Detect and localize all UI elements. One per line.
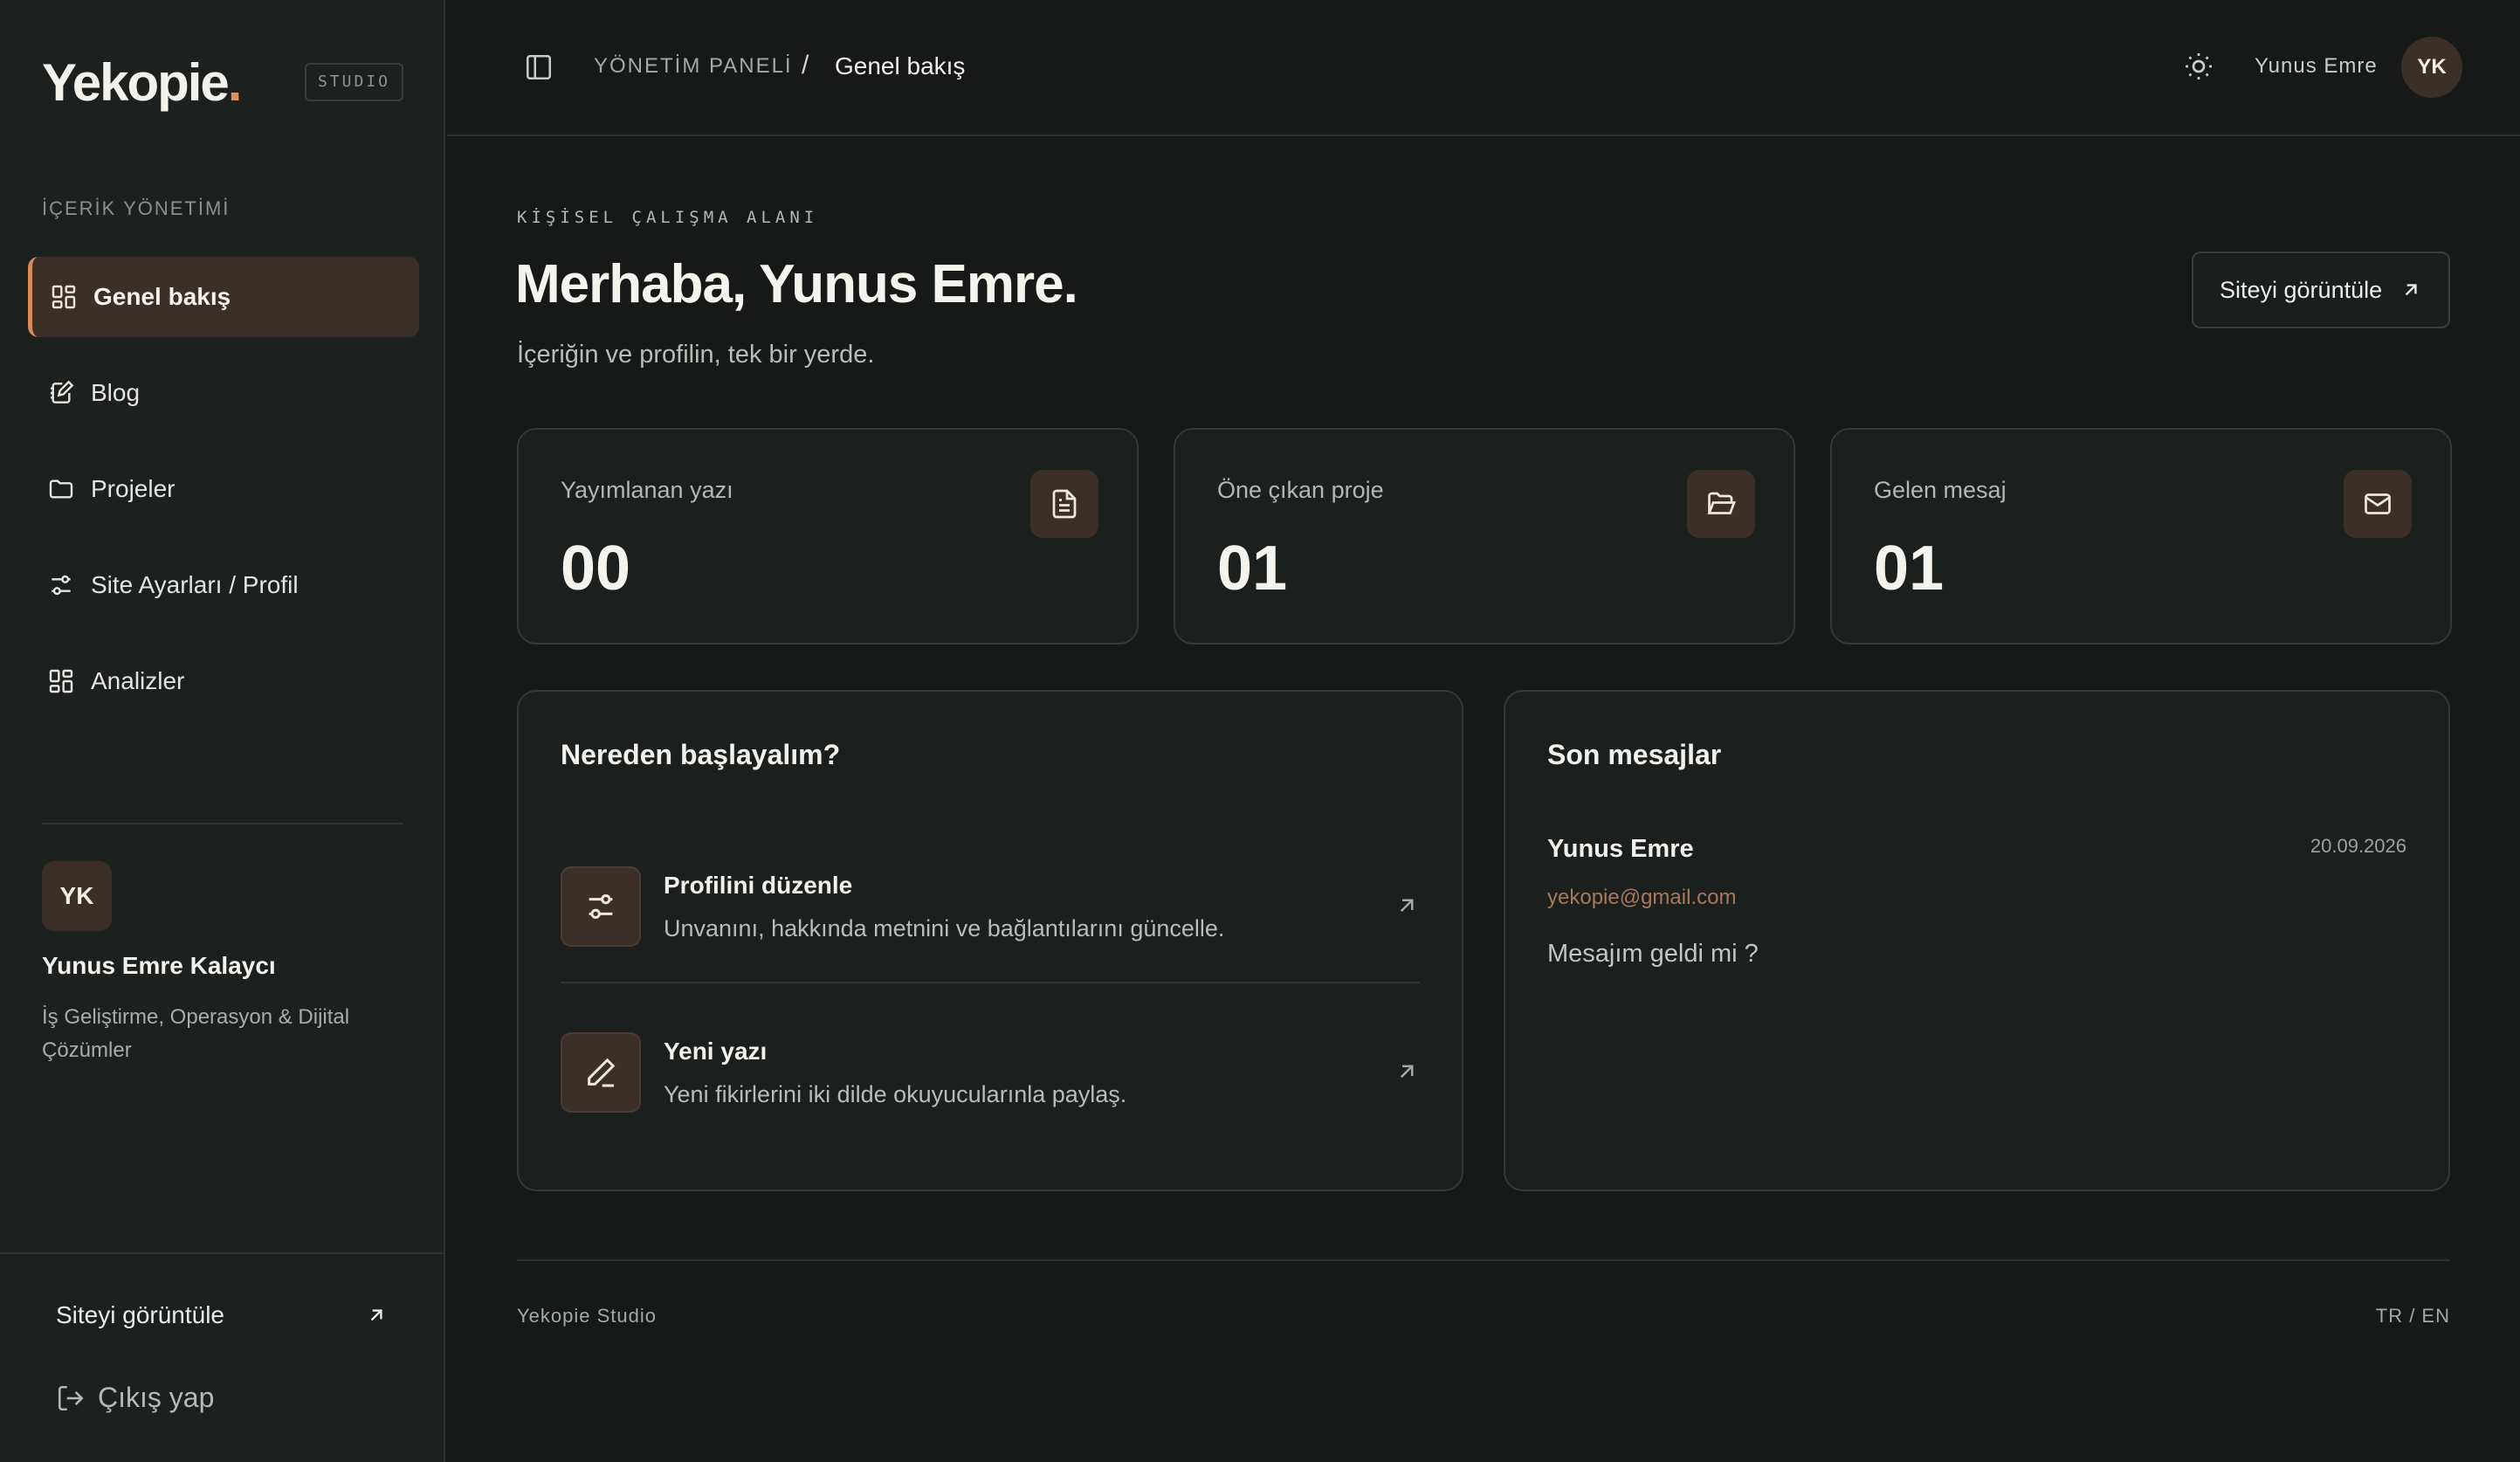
profile-name: Yunus Emre Kalaycı [42,952,276,979]
arrow-up-right-icon [1400,899,1414,913]
panel-title: Nereden başlayalım? [561,739,841,770]
document-icon [1052,489,1077,519]
action-icon-box [561,1032,641,1113]
page-eyebrow: KİŞİSEL ÇALIŞMA ALANI [517,208,819,227]
breadcrumb-current: Genel bakış [835,52,966,79]
pen-icon [588,1058,616,1087]
folder-open-icon [1707,492,1736,514]
page-title: Merhaba, Yunus Emre. [515,254,1078,314]
stat-label: Öne çıkan proje [1217,477,1384,503]
sidebar-item-label: Analizler [91,667,185,694]
arrow-up-right-icon [2405,284,2417,296]
message-date: 20.09.2026 [2310,835,2406,857]
sidebar-item-label: Projeler [91,475,176,502]
breadcrumb-root[interactable]: YÖNETİM PANELİ [594,54,793,79]
grid-icon [52,285,76,309]
sidebar-item-analytics[interactable]: Analizler [28,641,419,721]
view-site-label: Siteyi görüntüle [56,1301,225,1328]
sun-icon[interactable] [2183,51,2214,82]
studio-badge: STUDIO [304,63,403,101]
recent-messages-panel: Son mesajlar Yunus Emre 20.09.2026 yekop… [1504,690,2450,1191]
stat-icon-box [2344,470,2412,538]
sidebar-bottom-divider [0,1252,445,1254]
footer-brand: Yekopie Studio [517,1305,657,1327]
sidebar-toggle-icon[interactable] [524,52,554,82]
view-site-button[interactable]: Siteyi görüntüle [2192,252,2450,328]
folder-icon [49,479,73,499]
sidebar-item-projects[interactable]: Projeler [28,449,419,529]
sidebar-view-site-link[interactable]: Siteyi görüntüle [56,1301,388,1329]
stat-card-featured-projects: Öne çıkan proje 01 [1174,428,1795,645]
sidebar-item-site-settings[interactable]: Site Ayarları / Profil [28,545,419,625]
message-sender: Yunus Emre [1547,835,1694,863]
arrow-up-right-icon [370,1309,382,1321]
sidebar-item-label: Genel bakış [93,283,231,310]
topbar: YÖNETİM PANELİ / Genel bakış Yunus Emre … [447,0,2520,136]
page-subtitle: İçeriğin ve profilin, tek bir yerde. [517,341,875,369]
panel-title: Son mesajlar [1547,739,1722,770]
sidebar-nav: Genel bakış Blog Projeler Site Ayarları … [28,257,419,737]
action-new-post[interactable]: Yeni yazı Yeni fikirlerini iki dilde oku… [561,1032,1420,1146]
sidebar: Yekopie. STUDIO İÇERİK YÖNETİMİ Genel ba… [0,0,445,1462]
notebook-icon [51,380,74,403]
action-divider [561,982,1420,983]
action-icon-box [561,866,641,947]
top-user-name[interactable]: Yunus Emre [2255,54,2378,79]
stat-icon-box [1687,470,1755,538]
stat-label: Gelen mesaj [1874,477,2007,503]
stat-value: 00 [561,534,631,603]
sidebar-divider [42,823,403,824]
brand-row: Yekopie. STUDIO [42,54,403,112]
message-email[interactable]: yekopie@gmail.com [1547,886,1736,910]
sidebar-item-overview[interactable]: Genel bakış [28,257,419,337]
action-title: Profilini düzenle [664,872,853,899]
sidebar-item-label: Blog [91,379,141,406]
action-title: Yeni yazı [664,1038,768,1065]
grid-icon [49,669,73,693]
message-body: Mesajım geldi mi ? [1547,940,1759,968]
stat-value: 01 [1217,534,1288,603]
sliders-icon [52,575,71,596]
stat-value: 01 [1874,534,1945,603]
arrow-up-right-icon [1400,1065,1414,1079]
avatar: YK [42,861,112,931]
avatar[interactable]: YK [2401,37,2462,98]
sliders-icon [589,894,613,919]
logout-icon [58,1385,84,1410]
action-description: Unvanını, hakkında metnini ve bağlantıla… [664,915,1225,941]
stat-card-incoming-messages: Gelen mesaj 01 [1830,428,2452,645]
language-switch[interactable]: TR / EN [2376,1305,2450,1328]
sidebar-item-blog[interactable]: Blog [28,353,419,433]
stat-card-published-posts: Yayımlanan yazı 00 [517,428,1139,645]
breadcrumb-separator: / [802,51,809,79]
stat-label: Yayımlanan yazı [561,477,733,503]
getting-started-panel: Nereden başlayalım? Profilini düzenle Un… [517,690,1463,1191]
logout-label: Çıkış yap [98,1382,215,1413]
footer-divider [517,1259,2450,1261]
nav-section-title: İÇERİK YÖNETİMİ [42,197,231,219]
logout-button[interactable]: Çıkış yap [56,1382,214,1414]
mail-icon [2365,493,2391,514]
action-edit-profile[interactable]: Profilini düzenle Unvanını, hakkında met… [561,866,1420,980]
view-site-button-label: Siteyi görüntüle [2220,276,2383,303]
stat-icon-box [1030,470,1098,538]
profile-role: İş Geliştirme, Operasyon & Dijital Çözüm… [42,1005,350,1062]
sidebar-item-label: Site Ayarları / Profil [91,571,299,598]
action-description: Yeni fikirlerini iki dilde okuyucularınl… [664,1081,1127,1107]
